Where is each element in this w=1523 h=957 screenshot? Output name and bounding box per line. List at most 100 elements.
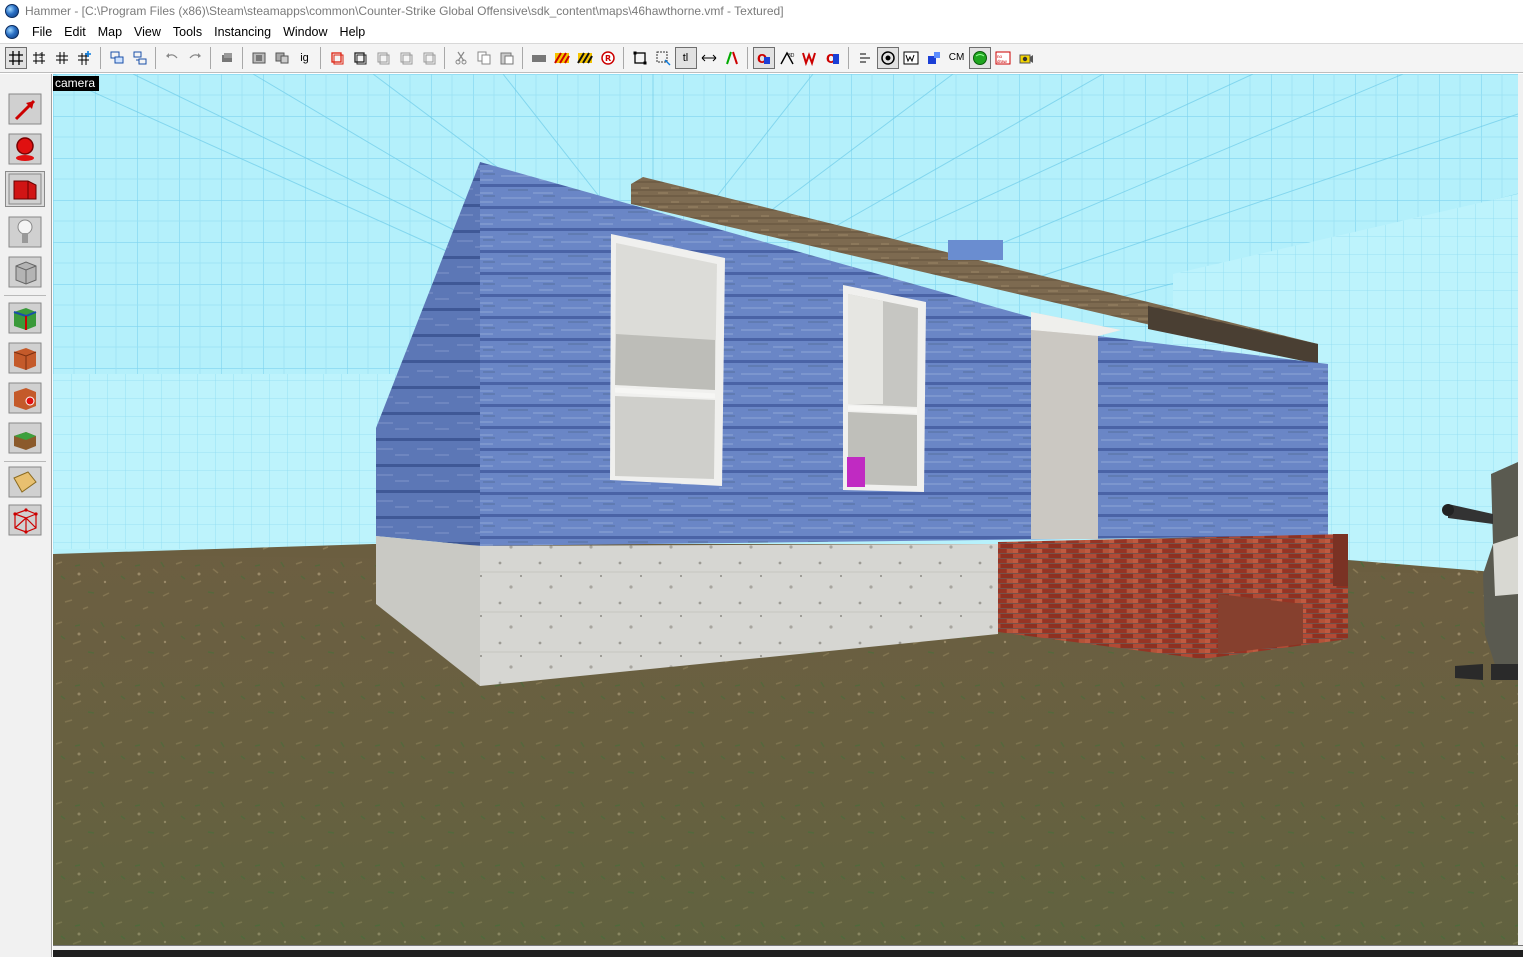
paste-icon	[500, 52, 513, 65]
toolbar-separator	[444, 47, 445, 69]
bottom-scrollbar[interactable]	[53, 945, 1523, 957]
selection-b-button[interactable]	[349, 47, 371, 69]
3d-scene[interactable]	[53, 74, 1518, 945]
smaller-grid-button[interactable]	[51, 47, 73, 69]
measure-icon: 3D	[779, 51, 794, 65]
cubemap-text-button[interactable]: CM	[946, 47, 968, 69]
selection-c-button[interactable]	[372, 47, 394, 69]
decal-tool[interactable]	[5, 380, 45, 416]
window-title-bar: Hammer - [C:\Program Files (x86)\Steam\s…	[0, 0, 1523, 22]
run-map-button[interactable]: R	[597, 47, 619, 69]
vis-icon	[903, 51, 918, 65]
main-toolbar: 3 ig R tl O 3D O CM no draw	[0, 43, 1523, 73]
hide-selected-button[interactable]	[248, 47, 270, 69]
green-sphere-button[interactable]	[968, 47, 991, 69]
selection-box-button[interactable]	[652, 47, 674, 69]
texture-application-tool[interactable]	[5, 300, 45, 336]
wireframe-icon	[801, 52, 816, 66]
overlay-tool[interactable]	[5, 420, 45, 456]
texture-lock-icon	[633, 51, 646, 65]
entity-view-button[interactable]: O	[822, 47, 844, 69]
tie-to-world-button[interactable]	[528, 47, 550, 69]
clip-icon	[8, 466, 42, 498]
move-tl-icon	[701, 54, 716, 62]
menu-help[interactable]: Help	[337, 25, 375, 39]
show-all-button[interactable]	[271, 47, 293, 69]
selection-c-icon	[377, 52, 389, 65]
menu-window[interactable]: Window	[280, 25, 336, 39]
larger-grid-button[interactable]	[74, 47, 96, 69]
block-tool[interactable]	[5, 254, 45, 290]
texture-lock-button[interactable]	[629, 47, 651, 69]
menu-view[interactable]: View	[131, 25, 170, 39]
brush-view-button[interactable]: O	[752, 47, 775, 69]
texture-lock-tl-icon: tl	[682, 51, 689, 64]
toolbar-separator	[320, 47, 321, 69]
no-draw-button[interactable]: no draw	[992, 47, 1014, 69]
hazard-b-button[interactable]	[574, 47, 596, 69]
camera-icon	[8, 173, 42, 205]
redo-button[interactable]	[184, 47, 206, 69]
toolbar-separator	[623, 47, 624, 69]
selection-d-icon	[400, 52, 412, 65]
menu-instancing[interactable]: Instancing	[211, 25, 280, 39]
ignore-groups-button[interactable]: ig	[294, 47, 316, 69]
grid-toggle-button[interactable]	[4, 47, 27, 69]
camera-tool[interactable]	[5, 171, 45, 207]
entity-view-icon: O	[826, 52, 839, 66]
camera-icon	[1019, 54, 1033, 64]
menu-map[interactable]: Map	[95, 25, 131, 39]
hide-selected-icon	[252, 52, 265, 64]
selection-a-button[interactable]	[326, 47, 348, 69]
window-edge	[1518, 74, 1523, 945]
camera-button[interactable]	[1015, 47, 1037, 69]
camera-viewport[interactable]: camera	[53, 74, 1518, 945]
scrollbar-track[interactable]	[53, 950, 1523, 957]
ungroup-button[interactable]	[129, 47, 151, 69]
document-icon[interactable]	[5, 25, 19, 39]
model-button[interactable]	[876, 47, 899, 69]
cube-map-icon	[927, 52, 940, 64]
ignore-groups-icon: ig	[300, 51, 309, 64]
flip-button[interactable]	[721, 47, 743, 69]
magnify-tool[interactable]	[5, 131, 45, 167]
link-button[interactable]	[854, 47, 876, 69]
wireframe-button[interactable]	[799, 47, 821, 69]
selection-d-button[interactable]	[395, 47, 417, 69]
entity-tool[interactable]	[5, 214, 45, 250]
cube-map-button[interactable]	[923, 47, 945, 69]
selection-tool[interactable]	[5, 91, 45, 127]
model-icon	[880, 51, 895, 65]
3d-grid-button[interactable]: 3	[28, 47, 50, 69]
clipping-tool[interactable]	[5, 464, 45, 500]
move-tl-button[interactable]	[698, 47, 720, 69]
pointer-icon	[8, 93, 42, 125]
show-all-icon	[275, 52, 288, 64]
carve-button[interactable]	[216, 47, 238, 69]
vertex-tool[interactable]	[5, 502, 45, 538]
toolbar-separator	[242, 47, 243, 69]
window-title: Hammer - [C:\Program Files (x86)\Steam\s…	[25, 4, 784, 18]
hazard-a-button[interactable]	[551, 47, 573, 69]
texture-lock-tl-button[interactable]: tl	[674, 47, 697, 69]
vis-button[interactable]	[900, 47, 922, 69]
selection-e-button[interactable]	[418, 47, 440, 69]
apply-texture-tool[interactable]	[5, 340, 45, 376]
viewport-label: camera	[53, 76, 100, 91]
group-icon	[110, 51, 123, 64]
paste-button[interactable]	[496, 47, 518, 69]
menu-file[interactable]: File	[29, 25, 61, 39]
cut-icon	[455, 51, 466, 65]
smaller-grid-icon	[55, 52, 68, 64]
group-button[interactable]	[106, 47, 128, 69]
tool-separator	[4, 295, 46, 296]
measure-button[interactable]: 3D	[776, 47, 798, 69]
undo-button[interactable]	[161, 47, 183, 69]
copy-button[interactable]	[473, 47, 495, 69]
menu-tools[interactable]: Tools	[170, 25, 211, 39]
ungroup-icon	[133, 51, 146, 65]
cut-button[interactable]	[450, 47, 472, 69]
selection-e-icon	[423, 52, 435, 65]
flip-icon	[725, 51, 738, 65]
menu-edit[interactable]: Edit	[61, 25, 95, 39]
